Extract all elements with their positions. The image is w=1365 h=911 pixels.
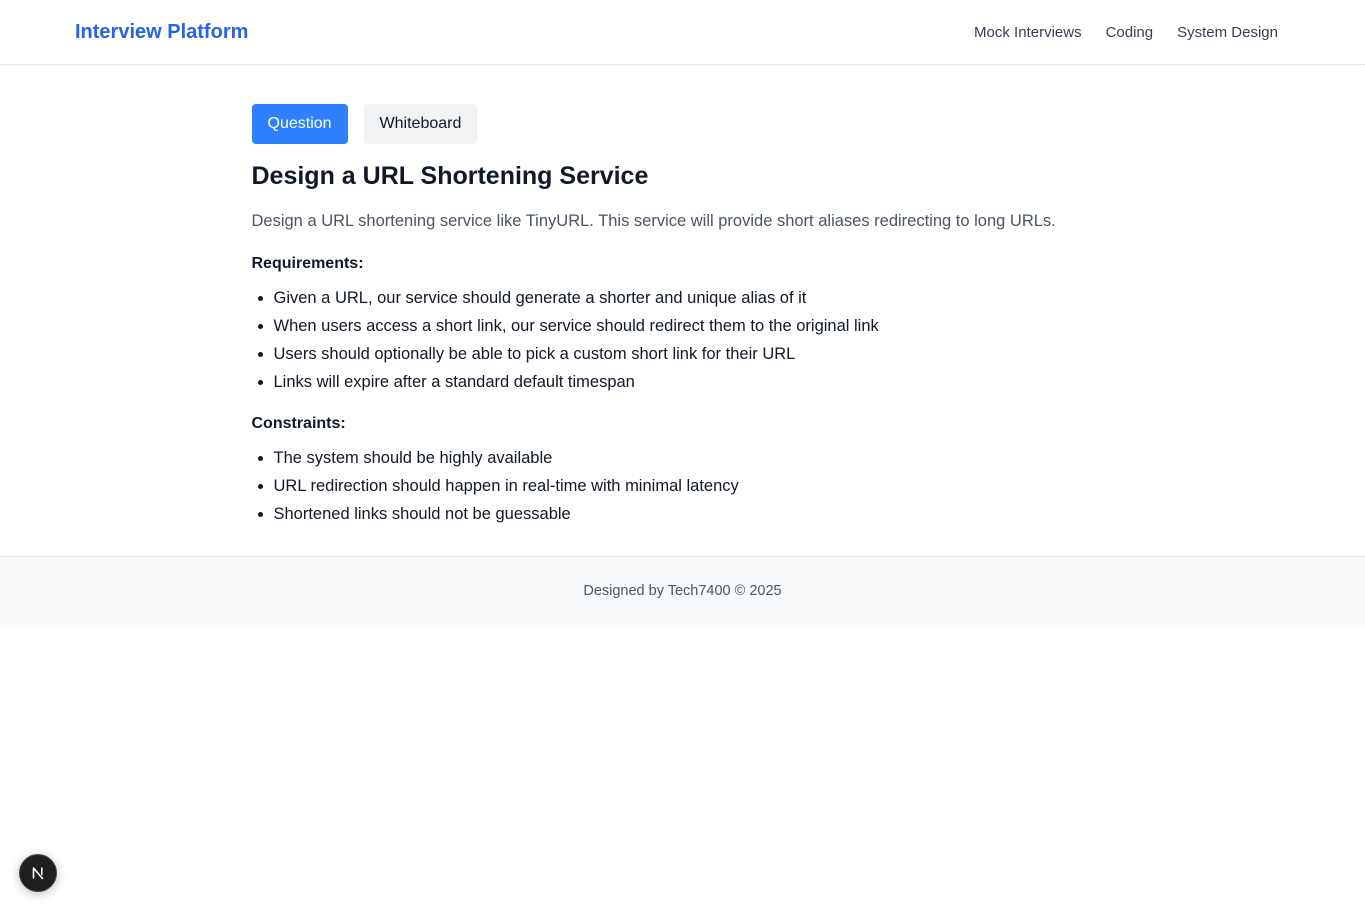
main-nav: Mock Interviews Coding System Design xyxy=(974,24,1278,41)
top-navbar: Interview Platform Mock Interviews Codin… xyxy=(0,0,1365,65)
constraints-list: The system should be highly available UR… xyxy=(252,444,1115,528)
constraint-item: Shortened links should not be guessable xyxy=(274,500,1115,528)
constraint-item: The system should be highly available xyxy=(274,444,1115,472)
nav-link-mock-interviews[interactable]: Mock Interviews xyxy=(974,24,1082,41)
tab-question[interactable]: Question xyxy=(251,104,348,144)
question-description: Design a URL shortening service like Tin… xyxy=(251,212,1056,230)
requirement-item: When users access a short link, our serv… xyxy=(274,312,1115,340)
requirement-item: Users should optionally be able to pick … xyxy=(274,340,1115,368)
view-tabs: Question Whiteboard xyxy=(251,104,1115,144)
footer-copyright: Designed by Tech7400 © 2025 xyxy=(583,583,782,599)
requirements-list: Given a URL, our service should generate… xyxy=(252,284,1115,396)
brand-logo-link[interactable]: Interview Platform xyxy=(75,21,248,44)
question-panel: Question Whiteboard Design a URL Shorten… xyxy=(251,65,1115,555)
nextjs-dev-indicator-button[interactable] xyxy=(19,854,57,892)
nextjs-logo-icon xyxy=(30,865,46,881)
nav-link-coding[interactable]: Coding xyxy=(1106,24,1154,41)
requirement-item: Given a URL, our service should generate… xyxy=(274,284,1115,312)
question-title: Design a URL Shortening Service xyxy=(251,162,649,190)
page-footer: Designed by Tech7400 © 2025 xyxy=(0,556,1365,625)
constraints-heading: Constraints: xyxy=(251,415,346,432)
requirement-item: Links will expire after a standard defau… xyxy=(274,368,1115,396)
tab-whiteboard[interactable]: Whiteboard xyxy=(363,104,478,144)
requirements-heading: Requirements: xyxy=(251,255,364,272)
nav-link-system-design[interactable]: System Design xyxy=(1177,24,1278,41)
constraint-item: URL redirection should happen in real-ti… xyxy=(274,472,1115,500)
